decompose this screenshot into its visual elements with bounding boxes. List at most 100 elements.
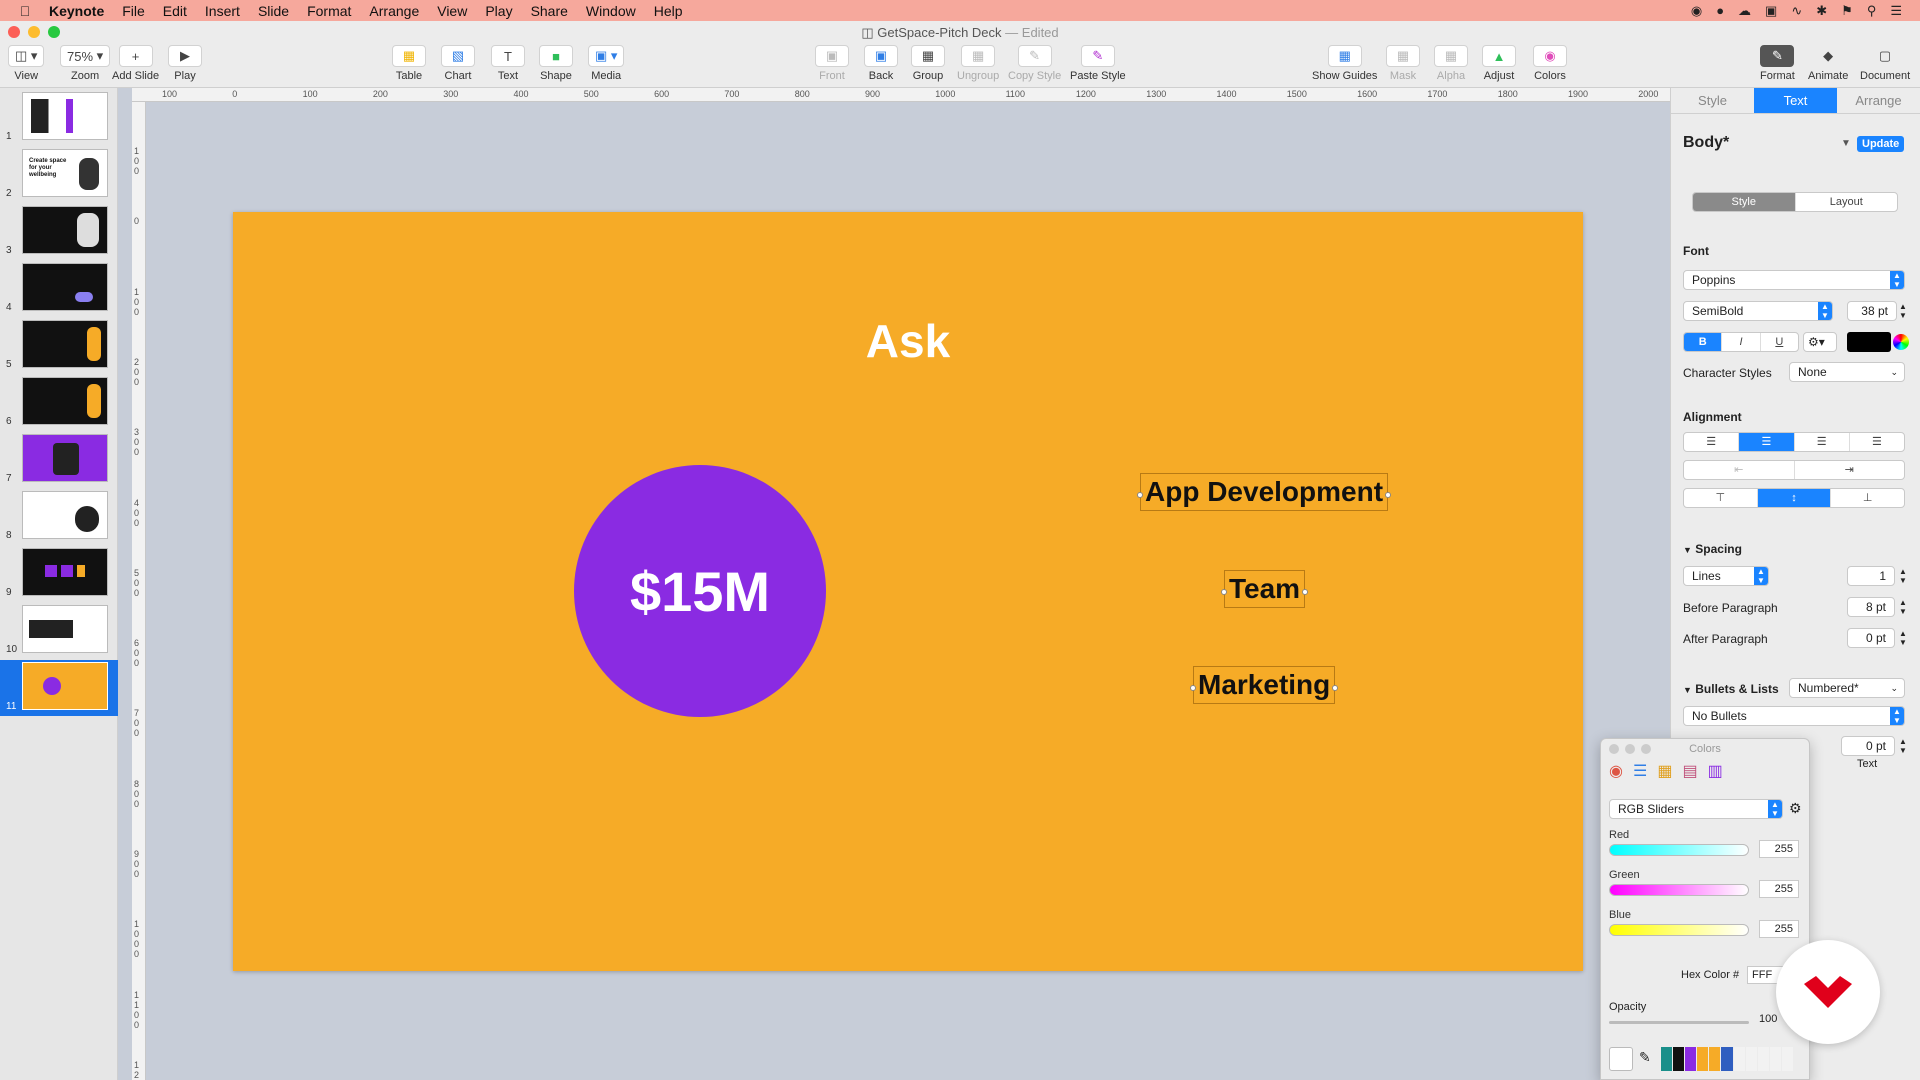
italic-button[interactable]: I <box>1722 333 1761 351</box>
paragraph-style-chevron-icon[interactable]: ▼ <box>1841 138 1851 149</box>
underline-button[interactable]: U <box>1761 333 1798 351</box>
resize-handle[interactable] <box>1137 492 1143 498</box>
group-button[interactable]: ▦ Group <box>911 45 945 82</box>
chart-button[interactable]: ▧ Chart <box>441 45 475 82</box>
cloud-icon[interactable]: ☁ <box>1738 3 1751 19</box>
slide-thumb-4[interactable]: 4 <box>0 261 118 317</box>
bullet-type-select[interactable]: No Bullets ▲ ▼ <box>1683 706 1905 726</box>
indent-stepper-icon[interactable]: ▲ ▼ <box>1899 737 1907 755</box>
current-color-well[interactable] <box>1609 1047 1633 1071</box>
font-weight-select[interactable]: SemiBold ▲ ▼ <box>1683 301 1833 321</box>
blue-slider[interactable] <box>1609 924 1749 936</box>
tab-style[interactable]: Style <box>1671 88 1754 114</box>
item-team[interactable]: Team <box>1229 573 1300 604</box>
apple-icon[interactable]:  <box>10 3 40 19</box>
resize-handle[interactable] <box>1302 589 1309 595</box>
text-color-well[interactable] <box>1847 332 1891 352</box>
menu-arrange[interactable]: Arrange <box>360 3 428 19</box>
after-stepper-icon[interactable]: ▲ ▼ <box>1899 629 1907 647</box>
align-middle-icon[interactable]: ↕ <box>1757 489 1832 507</box>
menu-app[interactable]: Keynote <box>40 3 113 19</box>
slide-thumb-5[interactable]: 5 <box>0 318 118 374</box>
item-marketing[interactable]: Marketing <box>1198 669 1330 700</box>
line-spacing-field[interactable]: 1 <box>1847 566 1895 586</box>
slide-thumb-10[interactable]: 10 <box>0 603 118 659</box>
table-button[interactable]: ▦ Table <box>392 45 426 82</box>
menu-play[interactable]: Play <box>476 3 521 19</box>
paste-style-button[interactable]: ✎ Paste Style <box>1070 45 1126 82</box>
align-right-icon[interactable]: ☰ <box>1795 433 1850 451</box>
swatch[interactable] <box>1733 1047 1745 1071</box>
before-paragraph-field[interactable]: 8 pt <box>1847 597 1895 617</box>
zoom-dropdown[interactable]: 75% ▾ Zoom <box>60 45 111 82</box>
text-options-button[interactable]: ⚙▾ <box>1803 332 1837 352</box>
bullets-section[interactable]: ▼ Bullets & Lists <box>1683 682 1779 696</box>
text-box-app-development[interactable]: App Development <box>1137 473 1392 511</box>
funding-circle[interactable]: $15M <box>574 465 826 717</box>
slide-heading[interactable]: Ask <box>233 314 1583 368</box>
update-button[interactable]: Update <box>1857 136 1905 152</box>
character-styles-select[interactable]: None ⌄ <box>1789 362 1905 382</box>
funding-amount[interactable]: $15M <box>630 559 770 624</box>
eyedropper-icon[interactable]: ✎ <box>1639 1049 1651 1066</box>
back-button[interactable]: ▣ Back <box>864 45 898 82</box>
palettes-icon[interactable]: ▦ <box>1657 761 1672 781</box>
colors-button[interactable]: ◉ Colors <box>1533 45 1567 82</box>
red-slider[interactable] <box>1609 844 1749 856</box>
slide-thumb-11[interactable]: 11 <box>0 660 118 716</box>
font-family-select[interactable]: Poppins ▲ ▼ <box>1683 270 1905 290</box>
mask-button[interactable]: ▦ Mask <box>1386 45 1420 82</box>
menu-slide[interactable]: Slide <box>249 3 298 19</box>
swatch[interactable] <box>1781 1047 1793 1071</box>
font-size-stepper-icon[interactable]: ▲ ▼ <box>1899 302 1907 320</box>
item-app-development[interactable]: App Development <box>1145 476 1383 507</box>
resize-handle[interactable] <box>1190 685 1196 691</box>
animate-button[interactable]: ◆ Animate <box>1808 45 1848 82</box>
menu-share[interactable]: Share <box>522 3 577 19</box>
alpha-button[interactable]: ▦ Alpha <box>1434 45 1468 82</box>
view-button[interactable]: ◫ ▾ View <box>8 45 45 82</box>
align-center-icon[interactable]: ☰ <box>1739 433 1795 451</box>
green-slider[interactable] <box>1609 884 1749 896</box>
increase-indent-icon[interactable]: ⇥ <box>1795 461 1905 479</box>
creative-cloud-icon[interactable]: ● <box>1716 3 1724 18</box>
spectrum-icon[interactable]: ▤ <box>1682 761 1697 781</box>
menu-view[interactable]: View <box>428 3 476 19</box>
swatch[interactable] <box>1673 1047 1685 1071</box>
text-indent-field[interactable]: 0 pt <box>1841 736 1895 756</box>
bold-button[interactable]: B <box>1684 333 1723 351</box>
menu-edit[interactable]: Edit <box>154 3 196 19</box>
text-button[interactable]: T Text <box>491 45 525 82</box>
slide-thumb-3[interactable]: 3 <box>0 204 118 260</box>
opacity-value-field[interactable]: 100 <box>1759 1013 1777 1025</box>
color-mode-select[interactable]: RGB Sliders ▲ ▼ <box>1609 799 1783 819</box>
slide-thumb-2[interactable]: Create space for your wellbeing 2 <box>0 147 118 203</box>
copy-style-button[interactable]: ✎ Copy Style <box>1008 45 1061 82</box>
document-button[interactable]: ▢ Document <box>1860 45 1910 82</box>
ungroup-button[interactable]: ▦ Ungroup <box>957 45 999 82</box>
color-swatches[interactable] <box>1661 1047 1793 1071</box>
spacing-mode-select[interactable]: Lines ▲ ▼ <box>1683 566 1769 586</box>
slide-thumb-8[interactable]: 8 <box>0 489 118 545</box>
align-bottom-icon[interactable]: ⊥ <box>1831 489 1904 507</box>
gear-icon[interactable]: ⚙ <box>1789 800 1802 817</box>
bluetooth-icon[interactable]: ✱ <box>1816 3 1827 19</box>
swatch[interactable] <box>1697 1047 1709 1071</box>
slide-thumb-1[interactable]: 1 <box>0 90 118 146</box>
menu-help[interactable]: Help <box>645 3 692 19</box>
menu-file[interactable]: File <box>113 3 154 19</box>
tab-text[interactable]: Text <box>1754 88 1837 114</box>
shape-button[interactable]: ■ Shape <box>539 45 573 82</box>
crayons-icon[interactable]: ▥ <box>1708 761 1723 781</box>
text-box-marketing[interactable]: Marketing <box>1190 666 1339 704</box>
paragraph-style-name[interactable]: Body* <box>1683 134 1729 152</box>
opacity-slider[interactable] <box>1609 1021 1749 1024</box>
resize-handle[interactable] <box>1385 492 1392 498</box>
wifi-icon[interactable]: ∿ <box>1791 3 1802 19</box>
color-wheel-icon[interactable]: ◉ <box>1609 761 1623 781</box>
spacing-section[interactable]: ▼ Spacing <box>1683 542 1742 556</box>
swatch[interactable] <box>1661 1047 1673 1071</box>
swatch[interactable] <box>1745 1047 1757 1071</box>
resize-handle[interactable] <box>1332 685 1339 691</box>
green-value-field[interactable]: 255 <box>1759 880 1799 898</box>
